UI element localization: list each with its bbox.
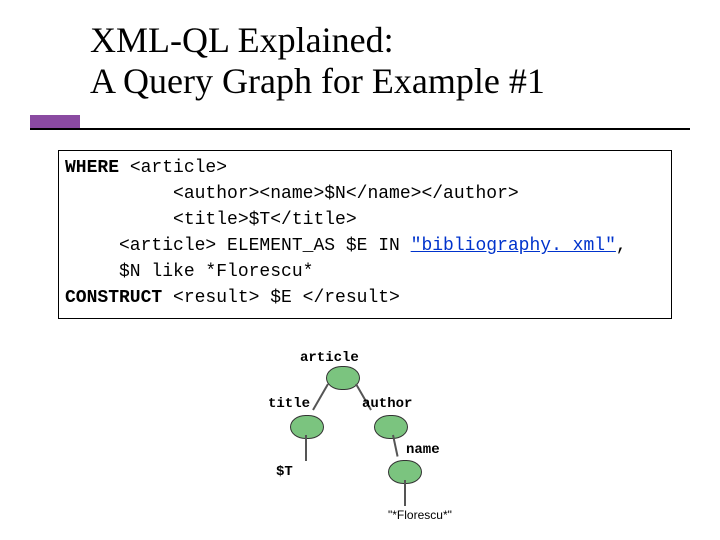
query-graph: article title author $T name "*Florescu*… <box>0 340 720 540</box>
code-line-1: <article> <box>119 158 227 178</box>
node-author <box>374 415 408 439</box>
label-title: title <box>268 396 310 412</box>
edge-name-leaf <box>404 480 406 506</box>
code-line-4a: <article> ELEMENT_AS $E IN <box>65 236 411 256</box>
query-code-box: WHERE <article> <author><name>$N</name><… <box>58 150 672 319</box>
title-line-2: A Query Graph for Example #1 <box>90 61 690 102</box>
code-line-2: <author><name>$N</name></author> <box>65 184 519 204</box>
label-article: article <box>300 350 359 366</box>
node-title <box>290 415 324 439</box>
code-line-3: <title>$T</title> <box>65 210 357 230</box>
label-author: author <box>362 396 412 412</box>
code-line-4b: , <box>616 236 627 256</box>
label-name: name <box>406 442 440 458</box>
node-article <box>326 366 360 390</box>
title-line-1: XML-QL Explained: <box>90 20 690 61</box>
title-rule <box>30 128 690 130</box>
slide: XML-QL Explained: A Query Graph for Exam… <box>0 0 720 540</box>
code-line-6: <result> $E </result> <box>162 288 400 308</box>
accent-bar <box>30 115 80 129</box>
kw-construct: CONSTRUCT <box>65 288 162 308</box>
label-florescu-leaf: "*Florescu*" <box>388 508 452 522</box>
edge-article-title <box>312 384 329 411</box>
label-t-var: $T <box>276 464 293 480</box>
code-line-5: $N like *Florescu* <box>65 262 313 282</box>
slide-title: XML-QL Explained: A Query Graph for Exam… <box>90 20 690 103</box>
edge-title-t <box>305 435 307 461</box>
kw-where: WHERE <box>65 158 119 178</box>
bibliography-link[interactable]: "bibliography. xml" <box>411 236 616 256</box>
